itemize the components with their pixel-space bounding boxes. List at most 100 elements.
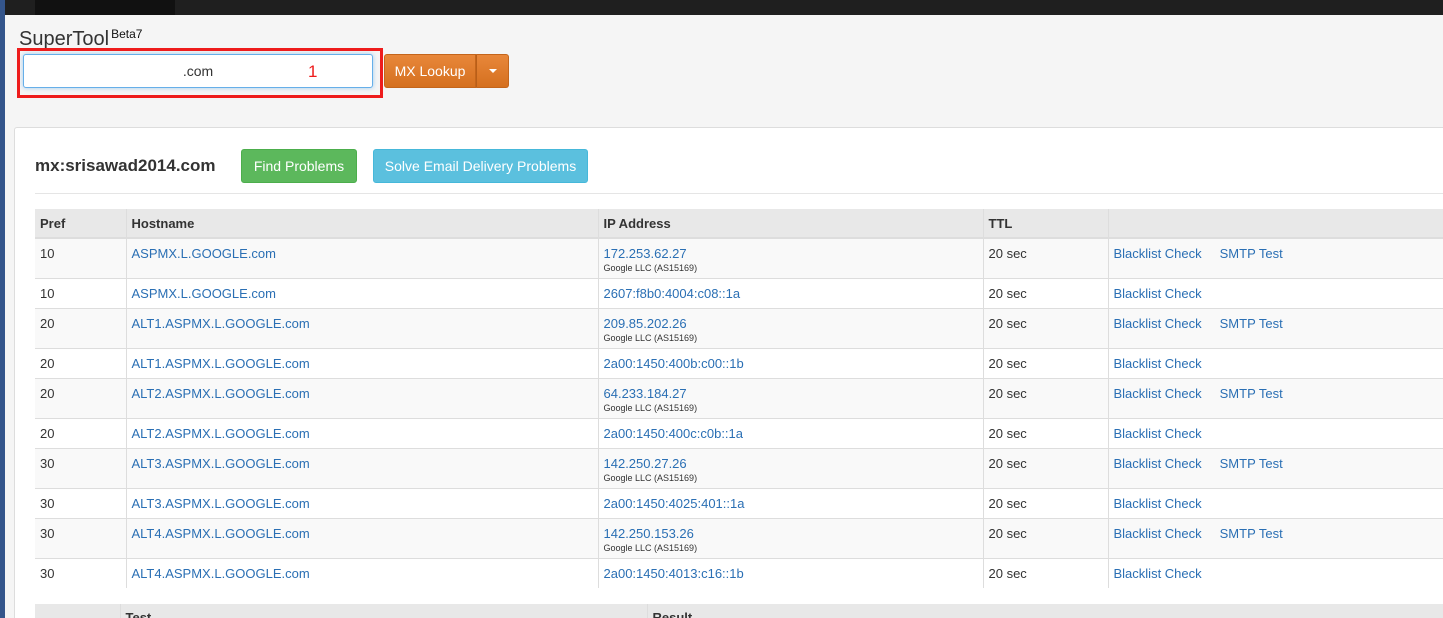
- table-row: 10 ASPMX.L.GOOGLE.com 172.253.62.27 Google …: [35, 237, 1443, 278]
- table-row: 30 ALT3.ASPMX.L.GOOGLE.com 2a00:1450:4025:…: [35, 487, 1443, 518]
- header-hostname[interactable]: Hostname: [126, 209, 599, 239]
- ttl-value: 20 sec: [988, 315, 1027, 331]
- header-pref[interactable]: Pref: [35, 209, 127, 239]
- cell-hostname: ALT4.ASPMX.L.GOOGLE.com: [126, 557, 599, 588]
- ip-link[interactable]: 2a00:1450:400c:c0b::1a: [604, 426, 744, 441]
- hostname-link[interactable]: ASPMX.L.GOOGLE.com: [132, 286, 277, 301]
- ttl-value: 20 sec: [988, 455, 1027, 471]
- brand-name: SuperTool: [19, 28, 110, 50]
- tests-header-result[interactable]: Result: [647, 604, 1443, 618]
- smtp-test-link[interactable]: SMTP Test: [1220, 386, 1283, 401]
- cell-ttl: 20 sec: [983, 517, 1109, 558]
- cell-ttl: 20 sec: [983, 347, 1109, 378]
- hostname-link[interactable]: ALT1.ASPMX.L.GOOGLE.com: [132, 356, 310, 371]
- ip-link[interactable]: 142.250.27.26: [604, 456, 687, 471]
- cell-actions: Blacklist Check SMTP Test: [1108, 447, 1443, 488]
- cell-ttl: 20 sec: [983, 237, 1109, 278]
- lookup-dropdown-toggle[interactable]: [476, 54, 509, 88]
- table-row: 30 ALT4.ASPMX.L.GOOGLE.com 142.250.153.26 G…: [35, 517, 1443, 558]
- ip-link[interactable]: 142.250.153.26: [604, 526, 694, 541]
- pref-value: 20: [40, 315, 55, 331]
- ttl-value: 20 sec: [988, 355, 1027, 371]
- hostname-link[interactable]: ALT1.ASPMX.L.GOOGLE.com: [132, 316, 310, 331]
- ip-link[interactable]: 2a00:1450:4013:c16::1b: [604, 566, 744, 581]
- blacklist-check-link[interactable]: Blacklist Check: [1114, 426, 1202, 441]
- hostname-link[interactable]: ASPMX.L.GOOGLE.com: [132, 246, 277, 261]
- table-row: 20 ALT1.ASPMX.L.GOOGLE.com 2a00:1450:400b:…: [35, 347, 1443, 378]
- mx-records-table: Pref Hostname IP Address TTL 10 ASPMX.L.G…: [35, 209, 1443, 588]
- cell-ip: 209.85.202.26 Google LLC (AS15169): [598, 307, 984, 348]
- cell-hostname: ALT1.ASPMX.L.GOOGLE.com: [126, 307, 599, 348]
- annotation-highlight-box: [17, 48, 383, 98]
- section-divider: [35, 193, 1443, 194]
- browser-top-bar: [5, 0, 1443, 15]
- ip-link[interactable]: 2a00:1450:400b:c00::1b: [604, 356, 744, 371]
- cell-actions: Blacklist Check SMTP Test: [1108, 237, 1443, 278]
- ttl-value: 20 sec: [988, 525, 1027, 541]
- hostname-link[interactable]: ALT2.ASPMX.L.GOOGLE.com: [132, 386, 310, 401]
- tests-header-test[interactable]: Test: [120, 604, 648, 618]
- tests-header-status: [35, 604, 121, 618]
- cell-pref: 20: [35, 417, 127, 448]
- ip-link[interactable]: 172.253.62.27: [604, 246, 687, 261]
- pref-value: 20: [40, 355, 55, 371]
- cell-ip: 142.250.27.26 Google LLC (AS15169): [598, 447, 984, 488]
- ip-link[interactable]: 2a00:1450:4025:401::1a: [604, 496, 745, 511]
- asn-label: Google LLC (AS15169): [603, 332, 698, 343]
- ttl-value: 20 sec: [988, 425, 1027, 441]
- ttl-value: 20 sec: [988, 385, 1027, 401]
- hostname-link[interactable]: ALT3.ASPMX.L.GOOGLE.com: [132, 456, 310, 471]
- hostname-link[interactable]: ALT2.ASPMX.L.GOOGLE.com: [132, 426, 310, 441]
- cell-hostname: ALT2.ASPMX.L.GOOGLE.com: [126, 417, 599, 448]
- cell-ttl: 20 sec: [983, 307, 1109, 348]
- ip-link[interactable]: 209.85.202.26: [604, 316, 687, 331]
- smtp-test-link[interactable]: SMTP Test: [1220, 316, 1283, 331]
- cell-pref: 20: [35, 307, 127, 348]
- asn-label: Google LLC (AS15169): [603, 263, 698, 273]
- smtp-test-link[interactable]: SMTP Test: [1220, 246, 1283, 261]
- cell-hostname: ASPMX.L.GOOGLE.com: [126, 277, 599, 308]
- header-ip-address[interactable]: IP Address: [598, 209, 984, 239]
- blacklist-check-link[interactable]: Blacklist Check: [1114, 566, 1202, 581]
- cell-pref: 30: [35, 447, 127, 488]
- cell-pref: 10: [35, 237, 127, 278]
- mx-lookup-button[interactable]: MX Lookup: [384, 54, 476, 88]
- blacklist-check-link[interactable]: Blacklist Check: [1114, 356, 1202, 371]
- hostname-link[interactable]: ALT3.ASPMX.L.GOOGLE.com: [132, 496, 310, 511]
- smtp-test-link[interactable]: SMTP Test: [1220, 456, 1283, 471]
- pref-value: 30: [40, 565, 55, 581]
- find-problems-button[interactable]: Find Problems: [241, 149, 357, 183]
- asn-label: Google LLC (AS15169): [603, 472, 698, 483]
- cell-hostname: ALT3.ASPMX.L.GOOGLE.com: [126, 447, 599, 488]
- hostname-link[interactable]: ALT4.ASPMX.L.GOOGLE.com: [132, 526, 310, 541]
- header-ttl[interactable]: TTL: [983, 209, 1109, 239]
- tests-header-row: Test Result: [35, 604, 1443, 618]
- pref-value: 10: [40, 246, 55, 261]
- hostname-link[interactable]: ALT4.ASPMX.L.GOOGLE.com: [132, 566, 310, 581]
- cell-hostname: ALT3.ASPMX.L.GOOGLE.com: [126, 487, 599, 518]
- table-row: 20 ALT2.ASPMX.L.GOOGLE.com 2a00:1450:400c:…: [35, 417, 1443, 448]
- smtp-test-link[interactable]: SMTP Test: [1220, 526, 1283, 541]
- blacklist-check-link[interactable]: Blacklist Check: [1114, 456, 1202, 471]
- cell-ip: 2a00:1450:400c:c0b::1a: [598, 417, 984, 448]
- cell-pref: 30: [35, 557, 127, 588]
- cell-ttl: 20 sec: [983, 377, 1109, 418]
- asn-label: Google LLC (AS15169): [603, 542, 698, 553]
- ttl-value: 20 sec: [988, 565, 1027, 581]
- table-row: 30 ALT3.ASPMX.L.GOOGLE.com 142.250.27.26 Go…: [35, 447, 1443, 488]
- blacklist-check-link[interactable]: Blacklist Check: [1114, 316, 1202, 331]
- ttl-value: 20 sec: [988, 246, 1027, 261]
- pref-value: 10: [40, 285, 55, 301]
- ip-link[interactable]: 64.233.184.27: [604, 386, 687, 401]
- blacklist-check-link[interactable]: Blacklist Check: [1114, 386, 1202, 401]
- solve-email-delivery-button[interactable]: Solve Email Delivery Problems: [373, 149, 588, 183]
- blacklist-check-link[interactable]: Blacklist Check: [1114, 496, 1202, 511]
- table-header-row: Pref Hostname IP Address TTL: [35, 209, 1443, 239]
- cell-pref: 20: [35, 347, 127, 378]
- cell-ip: 2a00:1450:4025:401::1a: [598, 487, 984, 518]
- table-row: 30 ALT4.ASPMX.L.GOOGLE.com 2a00:1450:4013:…: [35, 557, 1443, 588]
- ip-link[interactable]: 2607:f8b0:4004:c08::1a: [604, 286, 741, 301]
- blacklist-check-link[interactable]: Blacklist Check: [1114, 286, 1202, 301]
- blacklist-check-link[interactable]: Blacklist Check: [1114, 526, 1202, 541]
- blacklist-check-link[interactable]: Blacklist Check: [1114, 246, 1202, 261]
